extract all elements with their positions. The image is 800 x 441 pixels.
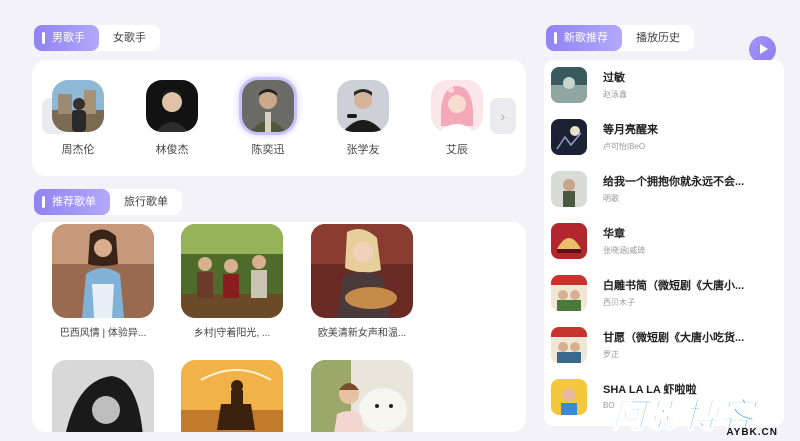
song-artist: 明歌 bbox=[603, 194, 619, 203]
playlist-item[interactable]: 乡村|守着阳光, ... bbox=[181, 224, 283, 339]
singer-name: 陈奕迅 bbox=[251, 144, 285, 156]
song-cover bbox=[551, 379, 587, 415]
singer-avatar bbox=[146, 80, 198, 132]
song-cover bbox=[551, 223, 587, 259]
playlist-caption: 巴西风情 | 体验异... bbox=[59, 328, 147, 339]
playlist-cover bbox=[181, 224, 283, 318]
song-item[interactable]: 等月亮醒来 卢可怡|BeO bbox=[551, 117, 781, 157]
singer-item[interactable]: 林俊杰 bbox=[132, 80, 212, 157]
singer-avatar bbox=[337, 80, 389, 132]
singer-carousel: ‹ 周杰伦 林俊杰 陈奕迅 张学友 艾辰 › bbox=[32, 60, 526, 176]
song-tabs: 新歌推荐 播放历史 bbox=[546, 25, 694, 51]
song-item[interactable]: 过敏 赵泳鑫 bbox=[551, 65, 781, 105]
singer-avatar bbox=[242, 80, 294, 132]
tab-travel-playlists[interactable]: 旅行歌单 bbox=[110, 189, 182, 215]
song-artist: 卢可怡|BeO bbox=[603, 142, 646, 151]
tab-recommended-playlists[interactable]: 推荐歌单 bbox=[34, 189, 110, 215]
song-cover bbox=[551, 171, 587, 207]
singer-avatar bbox=[52, 80, 104, 132]
song-item[interactable]: 甘愿（微短剧《大唐小吃货... 罗正 bbox=[551, 325, 781, 365]
tab-male-singers[interactable]: 男歌手 bbox=[34, 25, 99, 51]
watermark-domain: AYBK.CN bbox=[726, 427, 778, 438]
song-cover bbox=[551, 119, 587, 155]
playlist-tabs: 推荐歌单 旅行歌单 bbox=[34, 189, 182, 215]
playlist-cover bbox=[52, 360, 154, 432]
singer-item[interactable]: 艾辰 bbox=[417, 80, 497, 157]
playlist-cover bbox=[52, 224, 154, 318]
playlist-item[interactable]: 欧美清新女声和温... bbox=[311, 224, 413, 339]
song-title: 华章 bbox=[603, 228, 625, 240]
song-item[interactable]: 白雕书简（微短剧《大唐小... 西贝木子 bbox=[551, 273, 781, 313]
song-title: 给我一个拥抱你就永远不会... bbox=[603, 176, 745, 188]
song-cover bbox=[551, 67, 587, 103]
song-artist: 罗正 bbox=[603, 350, 619, 359]
singer-name: 周杰伦 bbox=[61, 144, 95, 156]
playlist-cover bbox=[181, 360, 283, 432]
song-cover bbox=[551, 327, 587, 363]
playlist-item[interactable] bbox=[181, 360, 283, 432]
song-item[interactable]: 给我一个拥抱你就永远不会... 明歌 bbox=[551, 169, 781, 209]
tab-female-singers[interactable]: 女歌手 bbox=[99, 25, 160, 51]
song-artist: 张晓涵|威琦 bbox=[603, 246, 646, 255]
playlist-cover bbox=[311, 224, 413, 318]
playlist-item[interactable] bbox=[311, 360, 413, 432]
tab-new-songs[interactable]: 新歌推荐 bbox=[546, 25, 622, 51]
new-song-list: 过敏 赵泳鑫 等月亮醒来 卢可怡|BeO 给我一个拥抱你就永远不会... 明歌 … bbox=[544, 60, 784, 426]
playlist-caption: 乡村|守着阳光, ... bbox=[193, 328, 271, 339]
song-item[interactable]: 华章 张晓涵|威琦 bbox=[551, 221, 781, 261]
playlist-grid: 巴西风情 | 体验异... 乡村|守着阳光, ... 欧美清新女声和温... bbox=[32, 222, 526, 432]
playlist-cover bbox=[311, 360, 413, 432]
tab-play-history[interactable]: 播放历史 bbox=[622, 25, 694, 51]
singer-name: 艾辰 bbox=[446, 144, 468, 156]
playlist-item[interactable] bbox=[52, 360, 154, 432]
playlist-item[interactable]: 巴西风情 | 体验异... bbox=[52, 224, 154, 339]
play-all-button[interactable] bbox=[749, 36, 776, 63]
song-title: 等月亮醒来 bbox=[603, 124, 658, 136]
song-artist: 西贝木子 bbox=[603, 298, 635, 307]
singer-tabs: 男歌手 女歌手 bbox=[34, 25, 160, 51]
singer-item[interactable]: 陈奕迅 bbox=[228, 80, 308, 157]
song-title: 白雕书简（微短剧《大唐小... bbox=[603, 280, 745, 292]
song-title: 过敏 bbox=[603, 72, 625, 84]
singer-name: 张学友 bbox=[346, 144, 380, 156]
song-cover bbox=[551, 275, 587, 311]
singer-name: 林俊杰 bbox=[155, 144, 189, 156]
song-title: 甘愿（微短剧《大唐小吃货... bbox=[603, 332, 745, 344]
carousel-next-button[interactable]: › bbox=[490, 98, 516, 134]
site-watermark: 阿影博客 AYBK.CN bbox=[612, 392, 792, 439]
singer-item[interactable]: 周杰伦 bbox=[38, 80, 118, 157]
singer-avatar bbox=[431, 80, 483, 132]
playlist-caption: 欧美清新女声和温... bbox=[317, 328, 407, 339]
singer-item[interactable]: 张学友 bbox=[323, 80, 403, 157]
song-artist: 赵泳鑫 bbox=[603, 90, 627, 99]
